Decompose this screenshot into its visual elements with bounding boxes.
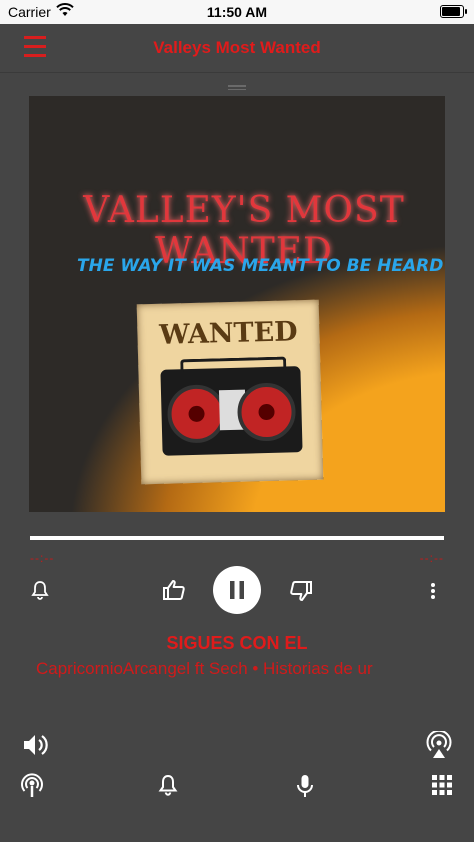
nav-bar: Valleys Most Wanted [0,24,474,73]
wanted-poster: WANTED [136,299,324,485]
elapsed-time: --:-- [30,551,55,565]
more-vertical-icon[interactable] [428,582,438,600]
bell-icon[interactable] [158,774,178,796]
airplay-icon[interactable] [425,731,453,759]
pause-button[interactable] [213,566,261,614]
alarm-bell-icon[interactable] [30,580,50,600]
drag-handle[interactable] [228,85,246,91]
progress-fill [30,536,444,540]
podcast-icon[interactable] [20,773,44,799]
artist-line: CapricornioArcangel ft Sech • Historias … [36,659,373,678]
volume-icon[interactable] [22,733,50,757]
progress-bar[interactable] [30,536,444,540]
page-title: Valleys Most Wanted [153,38,321,57]
poster-text: WANTED [158,316,299,351]
artwork-subtitle: THE WAY IT WAS MEANT TO BE HEARD [77,256,444,276]
remaining-time: --:-- [419,551,444,565]
album-artwork: VALLEY'S MOST WANTED THE WAY IT WAS MEAN… [29,96,445,512]
clock: 11:50 AM [206,4,268,20]
grid-icon[interactable] [432,775,452,795]
microphone-icon[interactable] [296,774,314,798]
pause-icon [230,581,244,599]
thumbs-up-icon[interactable] [162,579,186,601]
boombox-image [160,356,303,456]
song-title: SIGUES CON EL [166,633,308,653]
thumbs-down-icon[interactable] [289,580,313,602]
battery-level [442,7,460,16]
battery-icon [440,5,467,18]
status-bar: Carrier 11:50 AM [0,0,474,24]
